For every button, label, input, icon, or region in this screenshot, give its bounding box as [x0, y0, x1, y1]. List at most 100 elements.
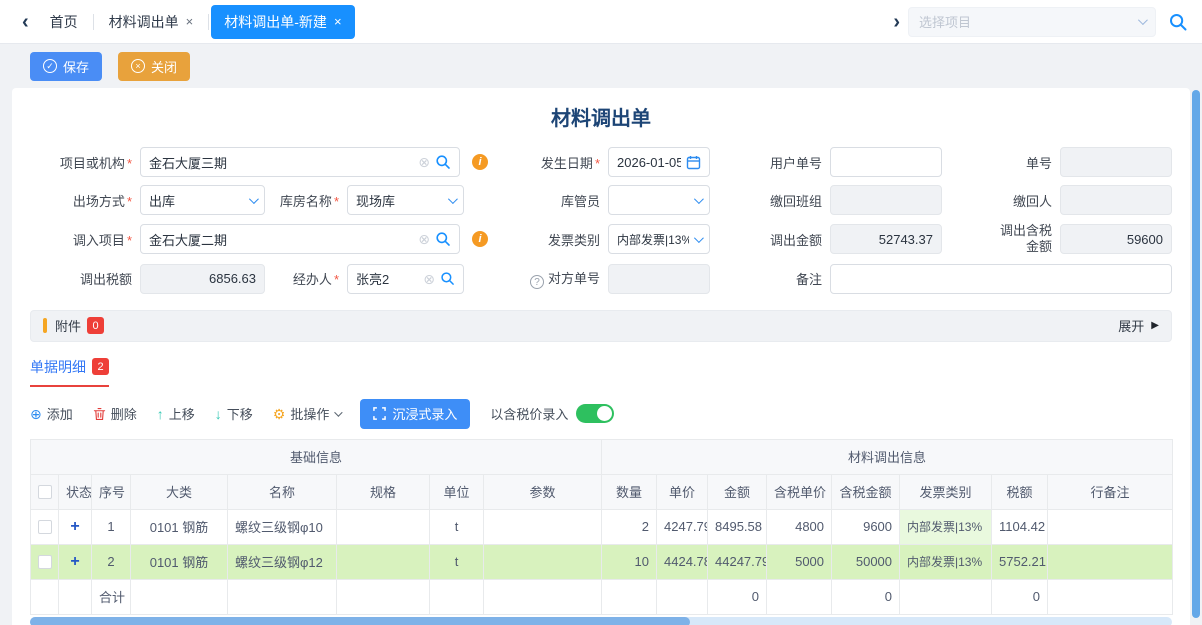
total-tax-amount: 0 [832, 579, 900, 614]
expand-label: 展开 [1118, 316, 1144, 335]
immersive-entry-button[interactable]: 沉浸式录入 [360, 399, 470, 429]
chevron-down-icon [694, 233, 704, 243]
total-label: 合计 [92, 579, 131, 614]
arrow-down-icon: ↓ [215, 407, 222, 421]
table-row[interactable]: + 2 0101 钢筋 螺纹三级钢φ12 t 10 4424.78 44247.… [31, 544, 1173, 579]
tab-material-out-list[interactable]: 材料调出单 × [96, 5, 207, 39]
attachment-panel[interactable]: 附件 0 展开 ▶ [30, 310, 1172, 342]
out-amount-label: 调出金额 [710, 230, 830, 249]
close-tab-icon[interactable]: × [186, 14, 194, 29]
search-icon[interactable] [1168, 12, 1188, 32]
user-no-input[interactable] [830, 147, 942, 177]
tab-home[interactable]: 首页 [37, 5, 91, 39]
doc-no-input [1060, 147, 1172, 177]
project-input[interactable]: 金石大厦三期 ⊗ [140, 147, 460, 177]
chevron-down-icon [694, 194, 704, 204]
action-strip: ✓ 保存 × 关闭 [0, 44, 1202, 88]
tab-separator [93, 14, 94, 30]
clear-icon[interactable]: ⊗ [418, 232, 430, 246]
form-card: 材料调出单 项目或机构* 金石大厦三期 ⊗ i 发生日期* 2026-01-05… [12, 88, 1190, 625]
tab-material-out-new[interactable]: 材料调出单-新建 × [211, 5, 354, 39]
in-project-label: 调入项目* [30, 230, 140, 249]
return-person-input [1060, 185, 1172, 215]
vertical-scrollbar-thumb[interactable] [1192, 90, 1200, 618]
cross-circle-icon: × [131, 59, 145, 73]
question-icon[interactable]: ? [530, 275, 544, 289]
chevron-down-icon [1138, 15, 1148, 25]
project-select[interactable]: 选择项目 [908, 7, 1156, 37]
add-row-button[interactable]: ⊕ 添加 [30, 404, 73, 423]
move-up-button[interactable]: ↑ 上移 [157, 404, 195, 423]
remark-input[interactable] [830, 264, 1172, 294]
remark-label: 备注 [710, 269, 830, 288]
in-project-input[interactable]: 金石大厦二期 ⊗ [140, 224, 460, 254]
select-all-checkbox[interactable] [38, 485, 52, 499]
tabs-scroll-right-icon[interactable]: › [885, 12, 908, 32]
clear-icon[interactable]: ⊗ [423, 272, 435, 286]
keeper-select[interactable] [608, 185, 710, 215]
horizontal-scrollbar-thumb[interactable] [30, 617, 690, 625]
total-tax: 0 [992, 579, 1048, 614]
chevron-down-icon [249, 194, 259, 204]
close-tab-icon[interactable]: × [334, 14, 342, 29]
save-button[interactable]: ✓ 保存 [30, 52, 102, 81]
invoice-type-label: 发票类别 [490, 230, 608, 249]
tab-label: 材料调出单-新建 [224, 12, 327, 32]
horizontal-scrollbar[interactable] [30, 617, 1172, 625]
save-label: 保存 [63, 57, 89, 76]
out-mode-select[interactable]: 出库 [140, 185, 265, 215]
insert-row-icon[interactable]: + [70, 553, 79, 570]
batch-ops-button[interactable]: ⚙ 批操作 [273, 404, 341, 423]
attachment-accent [43, 318, 47, 333]
trash-icon [93, 407, 106, 421]
project-label: 项目或机构* [30, 153, 140, 172]
table-row[interactable]: + 1 0101 钢筋 螺纹三级钢φ10 t 2 4247.79 8495.58… [31, 509, 1173, 544]
caret-right-icon: ▶ [1151, 320, 1159, 331]
return-team-input [830, 185, 942, 215]
warehouse-label: 库房名称* [265, 191, 347, 210]
agent-label: 经办人* [265, 269, 347, 288]
close-label: 关闭 [151, 57, 177, 76]
lookup-icon[interactable] [435, 154, 451, 170]
arrow-up-icon: ↑ [157, 407, 164, 421]
check-circle-icon: ✓ [43, 59, 57, 73]
occur-date-label: 发生日期* [490, 153, 608, 172]
expand-button[interactable]: 展开 ▶ [1118, 316, 1159, 335]
insert-row-icon[interactable]: + [70, 518, 79, 535]
group-basic-info: 基础信息 [31, 439, 602, 474]
total-amount: 0 [708, 579, 767, 614]
row-checkbox[interactable] [38, 520, 52, 534]
out-tax-label: 调出税额 [30, 269, 140, 288]
doc-no-label: 单号 [942, 153, 1060, 172]
tabs-scroll-left-icon[interactable]: ‹ [14, 12, 37, 32]
info-icon[interactable]: i [472, 231, 488, 247]
agent-input[interactable]: 张亮2 ⊗ [347, 264, 464, 294]
counterpart-no-label: ?对方单号 [490, 268, 608, 290]
info-icon[interactable]: i [472, 154, 488, 170]
move-down-button[interactable]: ↓ 下移 [215, 404, 253, 423]
calendar-icon[interactable] [686, 155, 701, 170]
close-button[interactable]: × 关闭 [118, 52, 190, 81]
user-no-label: 用户单号 [710, 153, 830, 172]
out-mode-label: 出场方式* [30, 191, 140, 210]
group-transfer-info: 材料调出信息 [602, 439, 1173, 474]
gear-icon: ⚙ [273, 407, 286, 421]
lookup-icon[interactable] [440, 271, 455, 286]
detail-toolbar: ⊕ 添加 删除 ↑ 上移 ↓ 下移 ⚙ 批操作 沉浸式录入 以含税价录入 [30, 399, 1172, 429]
detail-count-badge: 2 [92, 358, 109, 375]
tab-separator [208, 14, 209, 30]
lookup-icon[interactable] [435, 231, 451, 247]
occur-date-input[interactable]: 2026-01-05 [608, 147, 710, 177]
row-checkbox[interactable] [38, 555, 52, 569]
invoice-type-select[interactable]: 内部发票|13% [608, 224, 710, 254]
chevron-down-icon [335, 408, 343, 416]
delete-row-button[interactable]: 删除 [93, 404, 137, 423]
tax-toggle[interactable] [576, 404, 614, 423]
tab-bar: ‹ 首页 材料调出单 × 材料调出单-新建 × › 选择项目 [0, 0, 1202, 44]
detail-table: 基础信息 材料调出信息 状态序号 大类名称 规格单位 参数数量 单价金额 含税单… [30, 439, 1173, 615]
tab-detail[interactable]: 单据明细 2 [30, 357, 109, 387]
warehouse-select[interactable]: 现场库 [347, 185, 464, 215]
out-amount-tax-input: 59600 [1060, 224, 1172, 254]
clear-icon[interactable]: ⊗ [418, 155, 430, 169]
out-amount-tax-label: 调出含税金额 [942, 223, 1060, 256]
